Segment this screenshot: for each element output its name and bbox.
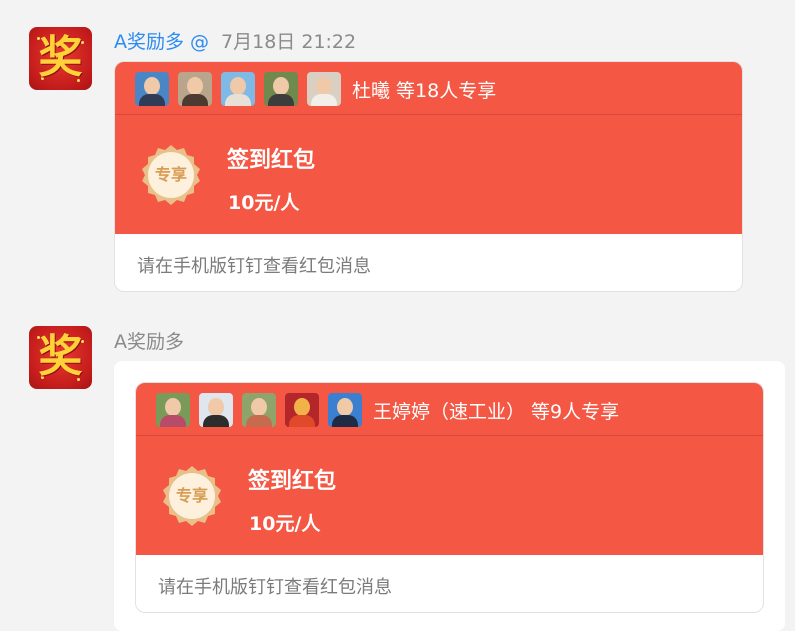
card-footer-text: 请在手机版钉钉查看红包消息 xyxy=(158,577,392,598)
recipients-label: 王婷婷（速工业） 等9人专享 xyxy=(373,400,620,423)
recipient-avatar[interactable] xyxy=(307,72,341,106)
recipient-avatar[interactable] xyxy=(178,72,212,106)
message-2: 奖 A奖励多 王婷婷（速工业） 等9人专享 专享 签到红包 10元/人 请在手机… xyxy=(0,300,795,631)
message-header: A奖励多 @ 7月18日 21:22 xyxy=(114,30,356,54)
recipient-avatar[interactable] xyxy=(199,393,233,427)
red-packet-card[interactable]: 杜曦 等18人专享 专享 签到红包 10元/人 请在手机版钉钉查看红包消息 xyxy=(114,61,743,292)
recipient-list: 杜曦 等18人专享 xyxy=(135,71,496,107)
header-divider xyxy=(115,114,742,115)
card-footer-text: 请在手机版钉钉查看红包消息 xyxy=(137,256,371,277)
recipient-avatar[interactable] xyxy=(221,72,255,106)
exclusive-badge: 专享 xyxy=(161,465,223,527)
badge-label: 专享 xyxy=(154,165,187,184)
sender-avatar[interactable]: 奖 xyxy=(29,27,92,90)
recipients-label: 杜曦 等18人专享 xyxy=(352,79,497,102)
recipient-avatar[interactable] xyxy=(264,72,298,106)
recipient-avatar[interactable] xyxy=(285,393,319,427)
recipient-avatar[interactable] xyxy=(156,393,190,427)
recipient-avatar[interactable] xyxy=(328,393,362,427)
recipient-list: 王婷婷（速工业） 等9人专享 xyxy=(156,392,619,428)
header-divider xyxy=(136,435,763,436)
exclusive-badge: 专享 xyxy=(140,144,202,206)
red-packet-header: 杜曦 等18人专享 专享 签到红包 10元/人 xyxy=(115,62,742,234)
red-packet-amount: 10元/人 xyxy=(249,513,321,535)
red-packet-card[interactable]: 王婷婷（速工业） 等9人专享 专享 签到红包 10元/人 请在手机版钉钉查看红包… xyxy=(135,382,764,613)
sender-name[interactable]: A奖励多 @ xyxy=(114,31,209,53)
badge-label: 专享 xyxy=(175,486,208,505)
red-packet-header: 王婷婷（速工业） 等9人专享 专享 签到红包 10元/人 xyxy=(136,383,763,555)
recipient-avatar[interactable] xyxy=(242,393,276,427)
message-1: 奖 A奖励多 @ 7月18日 21:22 杜曦 等18人专享 专享 签到红包 10… xyxy=(0,0,795,300)
red-packet-amount: 10元/人 xyxy=(228,192,300,214)
red-packet-title: 签到红包 xyxy=(248,469,337,494)
sender-avatar[interactable]: 奖 xyxy=(29,326,92,389)
timestamp: 7月18日 21:22 xyxy=(221,31,357,53)
recipient-avatar[interactable] xyxy=(135,72,169,106)
sender-name[interactable]: A奖励多 xyxy=(114,331,184,353)
avatar-character: 奖 xyxy=(38,32,83,83)
message-header: A奖励多 xyxy=(114,330,184,354)
red-packet-title: 签到红包 xyxy=(227,148,316,173)
avatar-character: 奖 xyxy=(38,331,83,382)
